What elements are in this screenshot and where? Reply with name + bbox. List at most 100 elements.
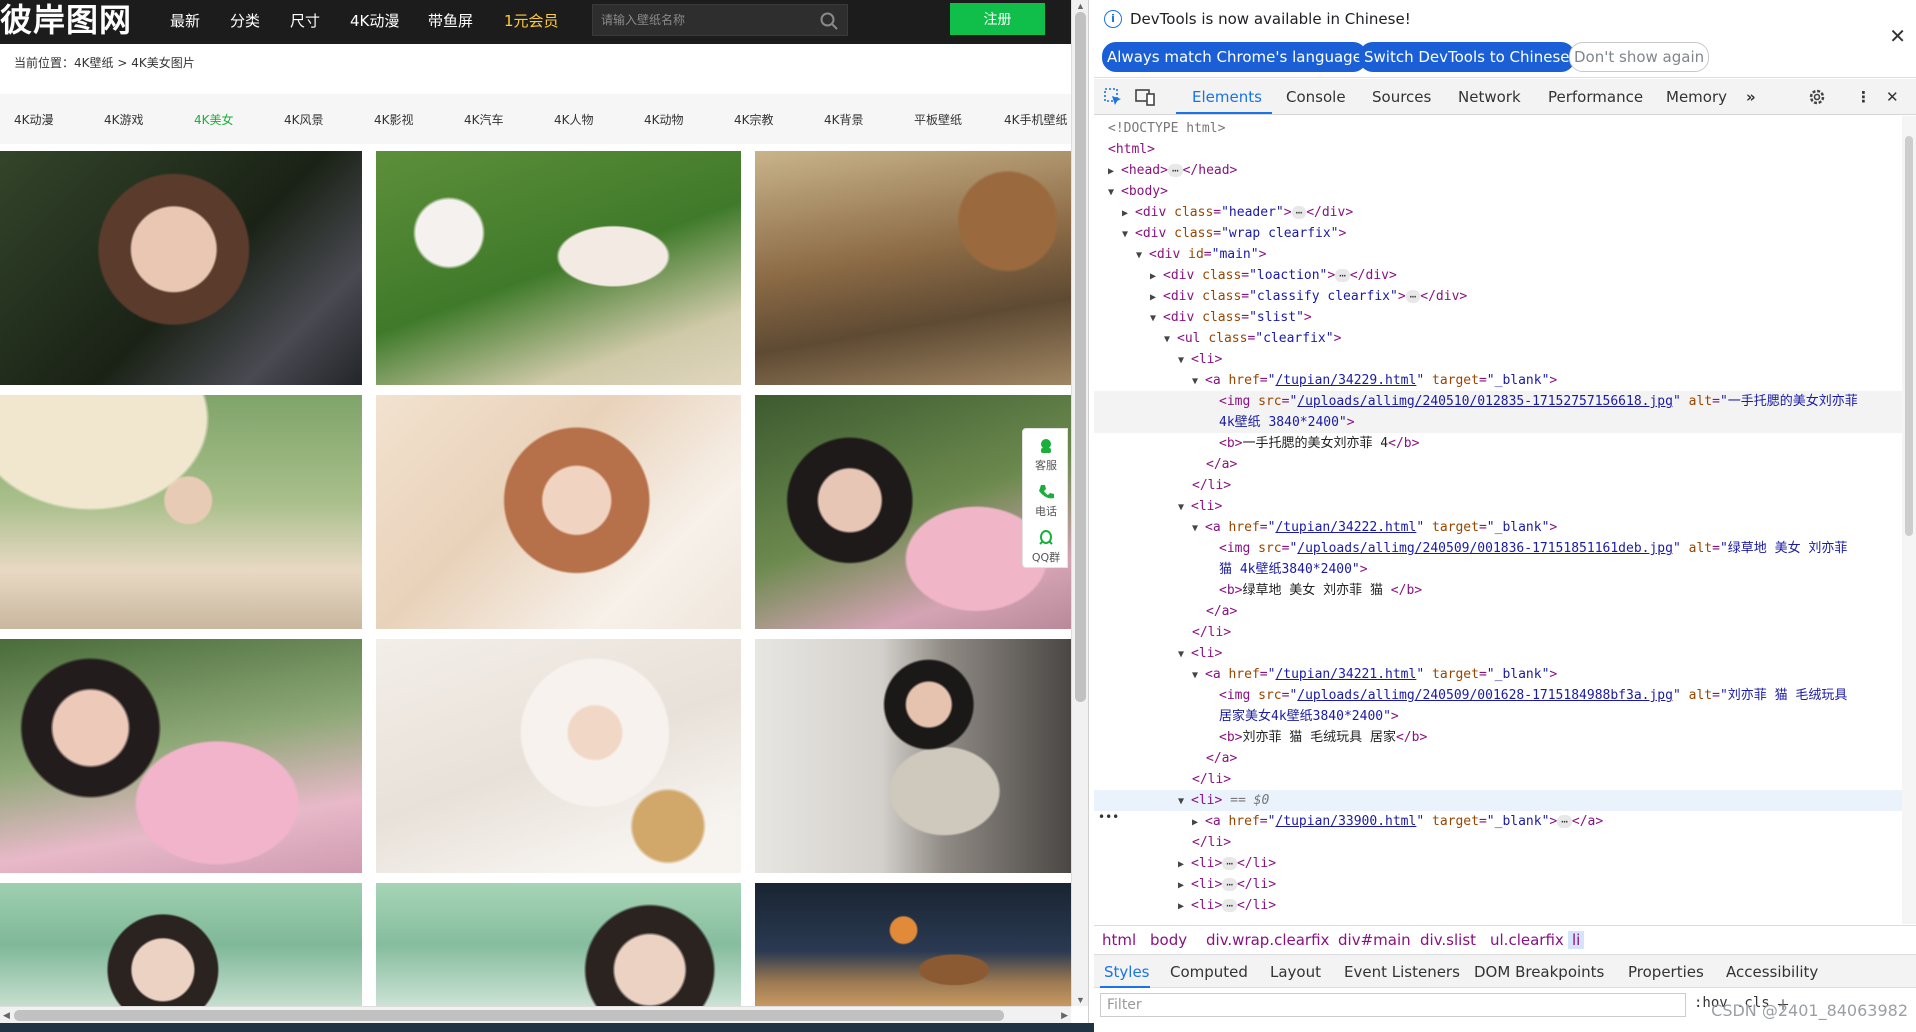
dom-node[interactable]: ▼ <ul class="clearfix"> [1094,328,1902,349]
dom-tree-scrollbar[interactable] [1902,116,1916,924]
scroll-down-icon[interactable]: ▼ [1076,995,1085,1005]
cat-4k-animal[interactable]: 4K动物 [644,111,684,128]
dom-node[interactable]: ▼ <li> [1094,643,1902,664]
tab-elements[interactable]: Elements [1192,88,1262,106]
wallpaper-thumb[interactable] [0,883,362,1007]
dom-node[interactable]: <!DOCTYPE html> [1094,118,1902,139]
tab-dom-breakpoints[interactable]: DOM Breakpoints [1474,963,1604,981]
vertical-scroll-thumb[interactable] [1075,12,1086,702]
wallpaper-thumb[interactable] [755,639,1071,873]
cat-4k-phone[interactable]: 4K手机壁纸 [1004,111,1068,128]
wallpaper-thumb[interactable] [376,883,741,1007]
search-input[interactable] [601,5,811,35]
wallpaper-thumb[interactable] [755,883,1071,1007]
dom-node[interactable]: <img src="/uploads/allimg/240510/012835-… [1094,391,1902,412]
search-icon[interactable] [819,11,839,31]
cat-tablet[interactable]: 平板壁纸 [914,111,962,128]
dom-node[interactable]: ▶ <div class="classify clearfix"> ⋯ </div> [1094,286,1902,307]
dom-node[interactable]: </a> [1094,601,1902,622]
kebab-menu-icon[interactable]: ⋮ [1856,88,1871,106]
wallpaper-thumb[interactable] [376,151,741,385]
nav-size[interactable]: 尺寸 [290,10,320,31]
dom-node[interactable]: </li> [1094,622,1902,643]
dom-node[interactable]: <html> [1094,139,1902,160]
dom-node[interactable]: <img src="/uploads/allimg/240509/001836-… [1094,538,1902,559]
scroll-left-icon[interactable]: ◀ [3,1010,10,1021]
dom-node[interactable]: ▶ <div class="loaction"> ⋯ </div> [1094,265,1902,286]
device-toolbar-icon[interactable] [1134,86,1156,108]
cat-4k-people[interactable]: 4K人物 [554,111,594,128]
site-logo[interactable]: 彼岸图网 [0,0,132,40]
nav-ultrawide[interactable]: 带鱼屏 [428,10,473,31]
tab-memory[interactable]: Memory [1666,88,1727,106]
dom-node[interactable]: ▶ <a href="/tupian/33900.html" target="_b… [1094,811,1902,832]
dom-node[interactable]: <b>绿草地 美女 刘亦菲 猫 </b> [1094,580,1902,601]
dom-node[interactable]: ▼ <div id="main"> [1094,244,1902,265]
tab-computed[interactable]: Computed [1170,963,1248,981]
tab-styles[interactable]: Styles [1104,963,1150,981]
dom-node-selected[interactable]: ▼ <li> == $0 [1094,790,1902,811]
dom-node[interactable]: <b>刘亦菲 猫 毛绒玩具 居家</b> [1094,727,1902,748]
dom-node[interactable]: ▼ <body> [1094,181,1902,202]
tab-network[interactable]: Network [1458,88,1521,106]
more-tabs-icon[interactable]: » [1746,88,1756,106]
cat-4k-beauty[interactable]: 4K美女 [194,111,234,128]
dom-node[interactable]: </li> [1094,832,1902,853]
wallpaper-thumb[interactable] [0,639,362,873]
tab-layout[interactable]: Layout [1270,963,1321,981]
dom-node[interactable]: ▶ <head> ⋯ </head> [1094,160,1902,181]
crumb-div-main[interactable]: div#main [1338,931,1411,949]
dom-node[interactable]: ▼ <a href="/tupian/34229.html" target="_b… [1094,370,1902,391]
dom-node[interactable]: ▶ <li> ⋯ </li> [1094,853,1902,874]
inspect-element-icon[interactable] [1102,86,1124,108]
wallpaper-thumb[interactable] [376,639,741,873]
phone-tool[interactable]: 电话 [1023,483,1069,519]
close-devtools-icon[interactable]: ✕ [1886,88,1899,106]
qq-group-tool[interactable]: QQ群 [1023,529,1069,565]
crumb-ul-clearfix[interactable]: ul.clearfix [1490,931,1564,949]
dom-node[interactable]: ▶ <li> ⋯ </li> [1094,895,1902,916]
customer-service-tool[interactable]: 客服 [1023,437,1069,473]
scroll-up-icon[interactable]: ▲ [1076,1,1085,11]
scroll-right-icon[interactable]: ▶ [1061,1010,1068,1021]
dom-node[interactable]: ▼ <li> [1094,349,1902,370]
register-button[interactable]: 注册 [950,3,1045,35]
styles-filter-input[interactable] [1100,993,1686,1017]
dom-tree-scroll-thumb[interactable] [1905,136,1913,536]
horizontal-scrollbar[interactable]: ◀ ▶ [0,1006,1071,1023]
dom-node[interactable]: </li> [1094,475,1902,496]
dom-node[interactable]: ▼ <div class="wrap clearfix"> [1094,223,1902,244]
dom-node[interactable]: ▶ <li> ⋯ </li> [1094,874,1902,895]
dom-node[interactable]: <b>一手托腮的美女刘亦菲 4</b> [1094,433,1902,454]
crumb-div-wrap[interactable]: div.wrap.clearfix [1206,931,1329,949]
dom-node[interactable]: ▶ <div class="header"> ⋯ </div> [1094,202,1902,223]
vertical-scrollbar[interactable]: ▲ ▼ [1071,0,1088,1006]
nav-latest[interactable]: 最新 [170,10,200,31]
dom-node[interactable]: </a> [1094,454,1902,475]
node-actions-icon[interactable]: ••• [1098,810,1119,824]
wallpaper-thumb[interactable] [0,151,362,385]
nav-vip[interactable]: 1元会员 [504,10,559,31]
wallpaper-thumb[interactable] [0,395,362,629]
horizontal-scroll-thumb[interactable] [14,1010,1004,1021]
dont-show-again-button[interactable]: Don't show again [1569,42,1710,72]
switch-chinese-button[interactable]: Switch DevTools to Chinese [1359,42,1575,72]
crumb-li[interactable]: li [1568,931,1585,949]
match-language-button[interactable]: Always match Chrome's language [1102,42,1367,72]
tab-console[interactable]: Console [1286,88,1346,106]
cat-4k-religion[interactable]: 4K宗教 [734,111,774,128]
tab-accessibility[interactable]: Accessibility [1726,963,1818,981]
crumb-html[interactable]: html [1102,931,1136,949]
crumb-div-slist[interactable]: div.slist [1420,931,1476,949]
dom-node[interactable]: </li> [1094,769,1902,790]
crumb-body[interactable]: body [1150,931,1187,949]
nav-category[interactable]: 分类 [230,10,260,31]
dom-node[interactable]: ▼ <li> [1094,496,1902,517]
dom-node[interactable]: <img src="/uploads/allimg/240509/001628-… [1094,685,1902,706]
cat-4k-car[interactable]: 4K汽车 [464,111,504,128]
cat-4k-background[interactable]: 4K背景 [824,111,864,128]
tab-performance[interactable]: Performance [1548,88,1643,106]
close-icon[interactable]: ✕ [1889,24,1906,48]
nav-4k-anime[interactable]: 4K动漫 [350,10,399,31]
settings-gear-icon[interactable] [1806,86,1828,108]
